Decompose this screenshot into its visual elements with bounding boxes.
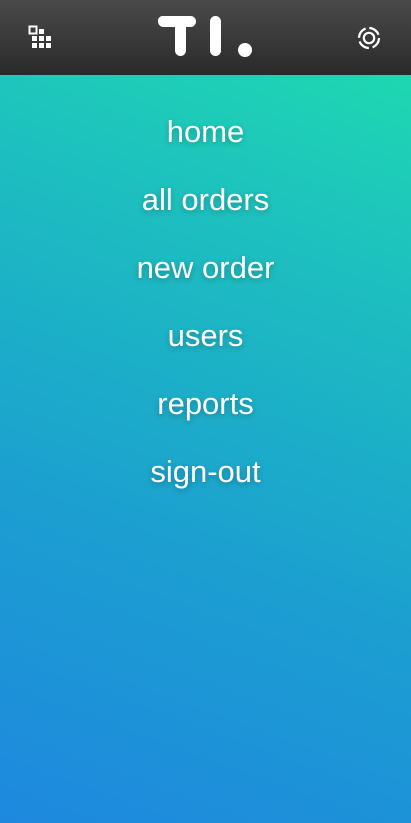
menu-item-reports[interactable]: reports — [157, 367, 253, 435]
settings-icon[interactable] — [355, 24, 383, 52]
menu-item-all-orders[interactable]: all orders — [142, 163, 270, 231]
menu-item-users[interactable]: users — [168, 299, 244, 367]
menu-item-sign-out[interactable]: sign-out — [150, 435, 260, 503]
menu-item-new-order[interactable]: new order — [137, 231, 275, 299]
top-bar — [0, 0, 411, 75]
brand-logo[interactable] — [156, 14, 256, 58]
apps-grid-icon[interactable] — [28, 25, 56, 53]
menu-item-home[interactable]: home — [167, 95, 245, 163]
main-menu: home all orders new order users reports … — [0, 95, 411, 503]
